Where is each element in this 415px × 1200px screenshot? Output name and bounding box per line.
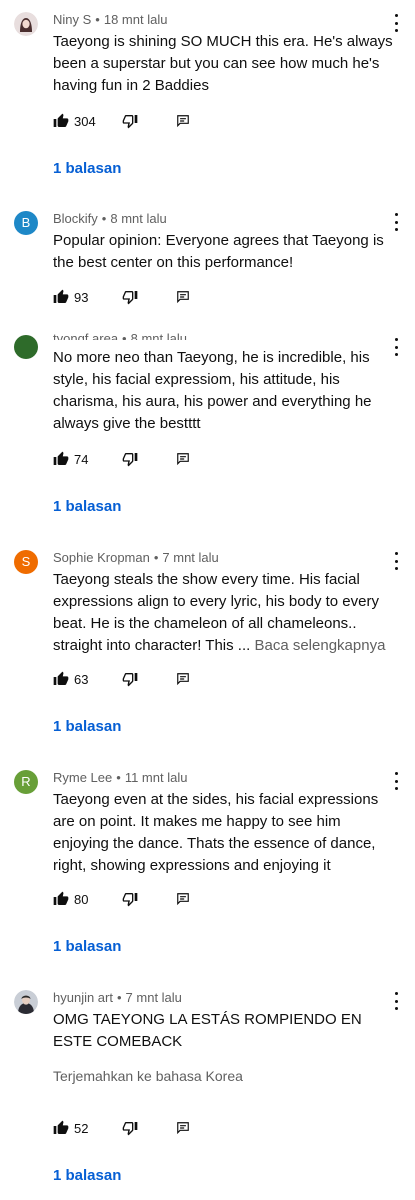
author-name[interactable]: Ryme Lee: [53, 770, 112, 785]
replies-link[interactable]: 1 balasan: [53, 718, 121, 735]
comment-actions: 304: [53, 110, 190, 132]
comment-text: Taeyong steals the show every time. His …: [53, 569, 393, 657]
thumb-down-icon[interactable]: [122, 1120, 138, 1136]
comment-actions: 74: [53, 448, 190, 470]
like-count: 93: [74, 289, 89, 305]
author-name[interactable]: hyunjin art: [53, 990, 113, 1005]
thumb-down-icon[interactable]: [122, 113, 138, 129]
thumb-up-icon[interactable]: [53, 113, 69, 129]
comment-text: Popular opinion: Everyone agrees that Ta…: [53, 232, 384, 271]
replies-link[interactable]: 1 balasan: [53, 1167, 121, 1184]
avatar[interactable]: B: [14, 211, 38, 235]
author-name[interactable]: Niny S: [53, 12, 91, 27]
author-name[interactable]: Sophie Kropman: [53, 550, 150, 565]
comment-text: Taeyong is shining SO MUCH this era. He'…: [53, 33, 393, 94]
like-count: 304: [74, 113, 96, 129]
avatar[interactable]: [14, 12, 38, 36]
avatar[interactable]: S: [14, 550, 38, 574]
comment-text: OMG TAEYONG LA ESTÁS ROMPIENDO EN ESTE C…: [53, 1011, 362, 1050]
comment-time: 7 mnt lalu: [162, 550, 219, 565]
more-vert-icon[interactable]: [391, 213, 401, 231]
comment-time: 11 mnt lalu: [124, 770, 188, 785]
comment-meta: Niny S • 18 mnt lalu: [53, 12, 168, 27]
reply-icon[interactable]: [176, 672, 190, 686]
more-vert-icon[interactable]: [391, 14, 401, 32]
more-vert-icon[interactable]: [391, 992, 401, 1010]
reply-icon[interactable]: [176, 114, 190, 128]
replies-link[interactable]: 1 balasan: [53, 938, 121, 955]
comment-meta: Blockify • 8 mnt lalu: [53, 211, 167, 226]
comment-time: 8 mnt lalu: [130, 331, 187, 340]
comment-actions: 80: [53, 888, 190, 910]
like-count: 52: [74, 1120, 89, 1136]
more-vert-icon[interactable]: [391, 772, 401, 790]
comment-text: No more neo than Taeyong, he is incredib…: [53, 349, 372, 432]
comment-meta: hyunjin art • 7 mnt lalu: [53, 990, 182, 1005]
thumb-up-icon[interactable]: [53, 671, 69, 687]
comment-time: 18 mnt lalu: [103, 12, 168, 27]
comment-actions: 93: [53, 286, 190, 308]
thumb-down-icon[interactable]: [122, 671, 138, 687]
reply-icon[interactable]: [176, 452, 190, 466]
avatar[interactable]: R: [14, 770, 38, 794]
reply-icon[interactable]: [176, 290, 190, 304]
comment-time: 7 mnt lalu: [125, 990, 182, 1005]
replies-link[interactable]: 1 balasan: [53, 160, 121, 177]
more-vert-icon[interactable]: [391, 552, 401, 570]
reply-icon[interactable]: [176, 892, 190, 906]
read-more-link[interactable]: Baca selengkapnya: [254, 637, 385, 654]
comments-list: Niny S • 18 mnt lalu Taeyong is shining SO…: [0, 0, 415, 1200]
comment-actions: 52: [53, 1117, 190, 1139]
thumb-up-icon[interactable]: [53, 451, 69, 467]
replies-link[interactable]: 1 balasan: [53, 498, 121, 515]
comment-time: 8 mnt lalu: [110, 211, 167, 226]
avatar[interactable]: [14, 990, 38, 1014]
like-count: 80: [74, 891, 89, 907]
comment-meta: tyongf area • 8 mnt lalu: [53, 331, 187, 340]
comment-actions: 63: [53, 668, 190, 690]
like-count: 74: [74, 451, 89, 467]
thumb-down-icon[interactable]: [122, 451, 138, 467]
avatar[interactable]: [14, 335, 38, 359]
thumb-down-icon[interactable]: [122, 891, 138, 907]
thumb-up-icon[interactable]: [53, 1120, 69, 1136]
thumb-down-icon[interactable]: [122, 289, 138, 305]
comment-meta: Sophie Kropman • 7 mnt lalu: [53, 550, 219, 565]
author-name[interactable]: Blockify: [53, 211, 98, 226]
thumb-up-icon[interactable]: [53, 289, 69, 305]
thumb-up-icon[interactable]: [53, 891, 69, 907]
comment-text: Taeyong even at the sides, his facial ex…: [53, 791, 379, 874]
translate-link[interactable]: Terjemahkan ke bahasa Korea: [53, 1066, 243, 1086]
like-count: 63: [74, 671, 89, 687]
comment-meta: Ryme Lee • 11 mnt lalu: [53, 770, 188, 785]
author-name[interactable]: tyongf area: [53, 331, 118, 340]
reply-icon[interactable]: [176, 1121, 190, 1135]
